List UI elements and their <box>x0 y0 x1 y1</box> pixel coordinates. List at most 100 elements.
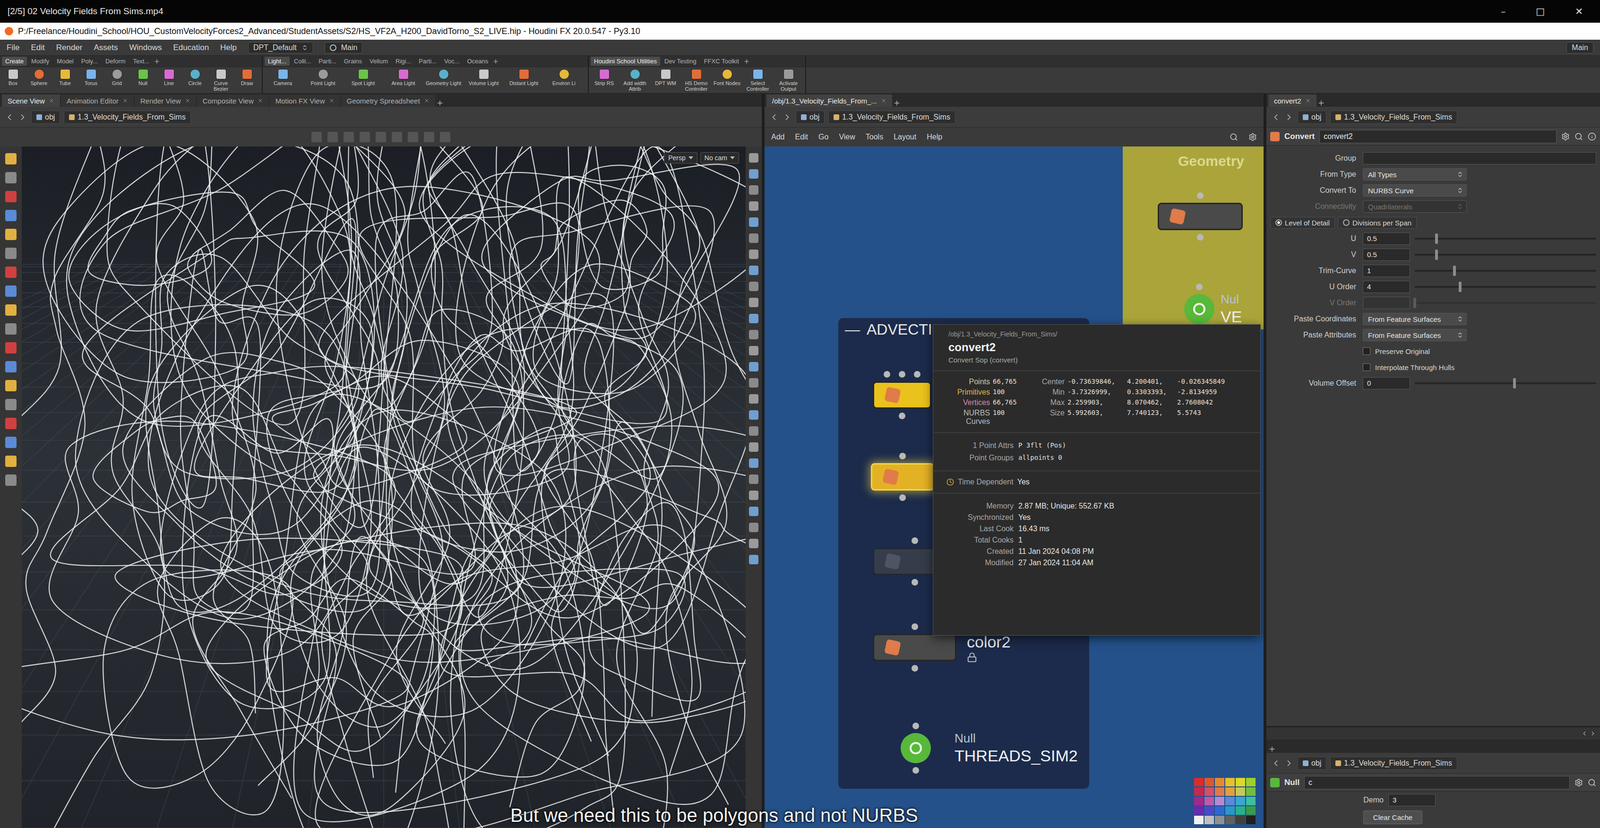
display-icon[interactable] <box>748 297 759 308</box>
output-connector[interactable] <box>898 412 906 420</box>
back-icon[interactable] <box>4 112 15 122</box>
display-icon[interactable] <box>748 233 759 243</box>
display-icon[interactable] <box>748 329 759 340</box>
network-node[interactable] <box>870 452 935 501</box>
slider-knob[interactable] <box>1435 249 1438 260</box>
number-field[interactable] <box>1362 296 1411 310</box>
radio-option[interactable]: Divisions per Span <box>1337 216 1417 229</box>
input-connector[interactable] <box>912 722 920 730</box>
color-swatch[interactable] <box>1214 796 1225 806</box>
number-field[interactable]: 1 <box>1362 264 1411 277</box>
settings-icon[interactable] <box>1248 132 1257 142</box>
shelf-tool[interactable]: Grid <box>103 67 130 94</box>
shelf-tool[interactable]: Font Nodes <box>711 67 743 94</box>
display-icon[interactable] <box>748 442 759 452</box>
input-connector[interactable] <box>911 537 919 544</box>
shelf-tool[interactable]: Torus <box>77 67 104 94</box>
menu-item[interactable]: Render <box>56 43 83 53</box>
shelf-tab[interactable]: Rigi... <box>392 56 415 66</box>
menu-item[interactable]: Help <box>220 43 237 53</box>
shelf-tool[interactable]: Geometry Light <box>423 67 464 94</box>
add-shelf-icon[interactable] <box>743 58 750 65</box>
search-icon[interactable] <box>1587 778 1597 787</box>
menu-item[interactable]: Education <box>172 43 209 53</box>
pane-tab[interactable]: Motion FX View <box>269 94 341 107</box>
shelf-tool[interactable]: Spot Light <box>343 67 384 94</box>
tool-icon[interactable] <box>5 455 17 467</box>
close-tab-icon[interactable] <box>1305 97 1311 104</box>
display-icon[interactable] <box>748 426 759 436</box>
tool-icon[interactable] <box>5 361 17 373</box>
shelf-tab[interactable]: Oceans <box>463 56 492 66</box>
workspace-right[interactable]: Main <box>1566 42 1594 54</box>
display-icon[interactable] <box>748 554 759 565</box>
checkbox-box[interactable] <box>1362 363 1371 371</box>
pane-tab[interactable]: Composite View <box>197 94 269 107</box>
color-swatch[interactable] <box>1194 806 1204 815</box>
shelf-tool[interactable]: Circle <box>181 67 208 94</box>
pane-tab[interactable]: convert2 <box>1268 94 1317 107</box>
shelf-tool[interactable]: Strip RS <box>588 67 620 94</box>
shelf-tool[interactable]: HS Demo Controller <box>680 67 712 94</box>
pane-tab[interactable]: Render View <box>134 94 197 107</box>
add-tab-icon[interactable] <box>1317 99 1325 107</box>
tool-icon[interactable] <box>5 190 17 203</box>
shelf-tab[interactable]: Text... <box>129 56 154 66</box>
shelf-tool[interactable]: Curve Bezier <box>207 67 234 94</box>
close-tab-icon[interactable] <box>184 97 191 104</box>
display-icon[interactable] <box>748 169 759 179</box>
display-icon[interactable] <box>748 378 759 388</box>
shelf-tool[interactable]: Sphere <box>25 67 52 94</box>
output-connector[interactable] <box>1196 233 1204 241</box>
number-field[interactable]: 0.5 <box>1362 248 1411 261</box>
tool-icon[interactable] <box>5 379 17 392</box>
menu-field[interactable]: All Types <box>1362 168 1467 181</box>
color-swatch[interactable] <box>1225 796 1235 806</box>
slider-knob[interactable] <box>1453 265 1456 276</box>
path-chip[interactable]: obj <box>1297 756 1327 770</box>
viewport-tool-icon[interactable] <box>359 131 370 143</box>
input-connector[interactable] <box>899 452 906 460</box>
desktop-dropdown[interactable]: DPT_Default <box>248 42 314 54</box>
menu-field[interactable]: NURBS Curve <box>1362 184 1467 197</box>
clear-cache-button[interactable]: Clear Cache <box>1363 810 1423 825</box>
display-icon[interactable] <box>748 265 759 276</box>
display-icon[interactable] <box>748 522 759 533</box>
gear-icon[interactable] <box>1574 778 1583 787</box>
shelf-tool[interactable]: Box <box>0 67 26 94</box>
input-connector[interactable] <box>883 370 891 378</box>
slider-knob[interactable] <box>1413 297 1417 309</box>
tool-icon[interactable] <box>5 304 17 316</box>
gear-icon[interactable] <box>1561 132 1570 141</box>
collapse-toggle[interactable]: — <box>844 320 861 339</box>
network-menu-item[interactable]: Help <box>926 132 943 142</box>
color-swatch[interactable] <box>1225 787 1235 796</box>
network-menu-item[interactable]: Add <box>771 132 785 142</box>
menu-item[interactable]: Edit <box>30 43 45 53</box>
forward-icon[interactable] <box>1284 758 1294 768</box>
slider-track[interactable] <box>1414 237 1597 240</box>
pane-tab[interactable]: /obj/1.3_Velocity_Fields_From_... <box>766 94 893 107</box>
network-menu-item[interactable]: Edit <box>794 132 809 142</box>
menu-item[interactable]: Assets <box>93 43 118 53</box>
output-connector[interactable] <box>912 766 920 774</box>
tool-icon[interactable] <box>5 342 17 354</box>
menu-field[interactable]: From Feature Surfaces <box>1362 328 1467 342</box>
window-control[interactable]: – <box>1500 5 1506 18</box>
path-chip[interactable]: obj <box>31 110 61 124</box>
workspace-dropdown[interactable]: Main <box>324 42 363 54</box>
number-field[interactable]: 4 <box>1362 280 1411 293</box>
node-name-field[interactable]: c <box>1304 775 1570 790</box>
shelf-tool[interactable]: Add width Attrib <box>619 67 651 94</box>
help-icon[interactable] <box>1587 132 1597 141</box>
shelf-tool[interactable]: Select Controller <box>742 67 774 94</box>
viewport-tool-icon[interactable] <box>407 131 419 143</box>
color-swatch[interactable] <box>1204 806 1214 815</box>
shelf-tab[interactable]: Grains <box>340 56 366 66</box>
tool-icon[interactable] <box>5 228 17 241</box>
display-icon[interactable] <box>748 361 759 372</box>
slider-knob[interactable] <box>1435 233 1438 244</box>
viewport-tool-icon[interactable] <box>439 131 451 143</box>
color-swatch[interactable] <box>1204 796 1214 806</box>
node-body[interactable] <box>872 381 932 409</box>
